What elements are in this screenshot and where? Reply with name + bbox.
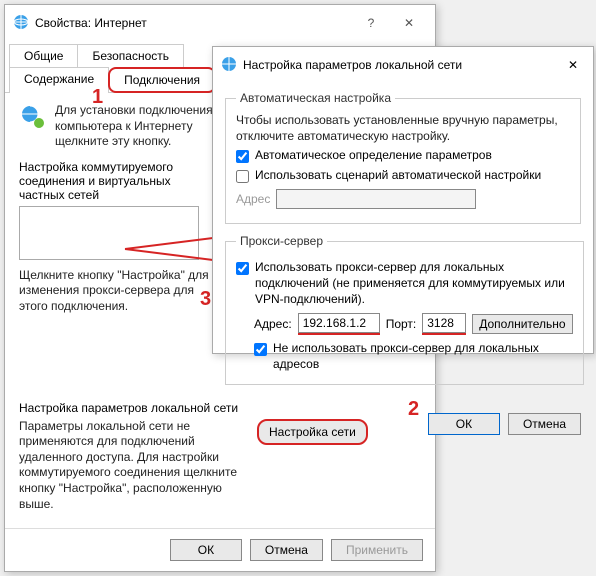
- script-address-input: [276, 189, 476, 209]
- lan-button-row: ОК Отмена: [213, 403, 593, 445]
- annotation-1: 1: [92, 86, 103, 109]
- close-button[interactable]: ✕: [391, 11, 427, 35]
- use-proxy-label: Использовать прокси-сервер для локальных…: [255, 260, 573, 307]
- proxy-legend: Прокси-сервер: [236, 234, 327, 248]
- lan-ok-button[interactable]: ОК: [428, 413, 500, 435]
- globe-connect-icon: [19, 103, 47, 134]
- script-address-label: Адрес: [236, 192, 270, 206]
- tab-connections[interactable]: Подключения: [108, 67, 216, 93]
- lan-cancel-button[interactable]: Отмена: [508, 413, 581, 435]
- auto-detect-label: Автоматическое определение параметров: [255, 148, 492, 164]
- proxy-group: Прокси-сервер Использовать прокси-сервер…: [225, 234, 584, 385]
- ok-button[interactable]: ОК: [170, 539, 242, 561]
- tab-general[interactable]: Общие: [9, 44, 78, 67]
- use-script-checkbox[interactable]: Использовать сценарий автоматической нас…: [236, 168, 570, 184]
- lan-titlebar: Настройка параметров локальной сети ✕: [213, 47, 593, 83]
- proxy-address-label: Адрес:: [254, 317, 292, 331]
- use-script-label: Использовать сценарий автоматической нас…: [255, 168, 541, 184]
- cancel-button[interactable]: Отмена: [250, 539, 323, 561]
- use-script-input[interactable]: [236, 170, 249, 183]
- proxy-address-input[interactable]: [298, 313, 380, 333]
- dialup-label: Настройка коммутируемого соединения и ви…: [19, 160, 219, 202]
- bypass-local-input[interactable]: [254, 343, 267, 356]
- globe-icon: [13, 14, 29, 33]
- use-proxy-input[interactable]: [236, 262, 249, 275]
- auto-hint: Чтобы использовать установленные вручную…: [236, 113, 570, 144]
- tab-security[interactable]: Безопасность: [77, 44, 184, 67]
- window-title: Свойства: Интернет: [35, 16, 353, 30]
- help-button[interactable]: ?: [353, 11, 389, 35]
- advanced-button[interactable]: Дополнительно: [472, 314, 572, 334]
- proxy-port-input[interactable]: [422, 313, 466, 333]
- use-proxy-checkbox[interactable]: Использовать прокси-сервер для локальных…: [236, 260, 573, 307]
- proxy-port-label: Порт:: [386, 317, 417, 331]
- lan-settings-dialog: Настройка параметров локальной сети ✕ Ав…: [212, 46, 594, 354]
- bypass-local-checkbox[interactable]: Не использовать прокси-сервер для локаль…: [236, 341, 573, 372]
- auto-detect-input[interactable]: [236, 150, 249, 163]
- auto-config-group: Автоматическая настройка Чтобы использов…: [225, 91, 581, 224]
- auto-legend: Автоматическая настройка: [236, 91, 395, 105]
- lan-close-button[interactable]: ✕: [561, 53, 585, 77]
- proxy-hint: Щелкните кнопку "Настройка" для изменени…: [19, 268, 219, 315]
- bypass-local-label: Не использовать прокси-сервер для локаль…: [273, 341, 573, 372]
- titlebar: Свойства: Интернет ? ✕: [5, 5, 435, 41]
- setup-hint: Для установки подключения компьютера к И…: [55, 103, 235, 150]
- apply-button[interactable]: Применить: [331, 539, 423, 561]
- auto-detect-checkbox[interactable]: Автоматическое определение параметров: [236, 148, 570, 164]
- globe-icon: [221, 56, 237, 75]
- annotation-3: 3: [200, 288, 211, 311]
- main-button-row: ОК Отмена Применить: [5, 528, 435, 571]
- lan-title: Настройка параметров локальной сети: [243, 58, 561, 72]
